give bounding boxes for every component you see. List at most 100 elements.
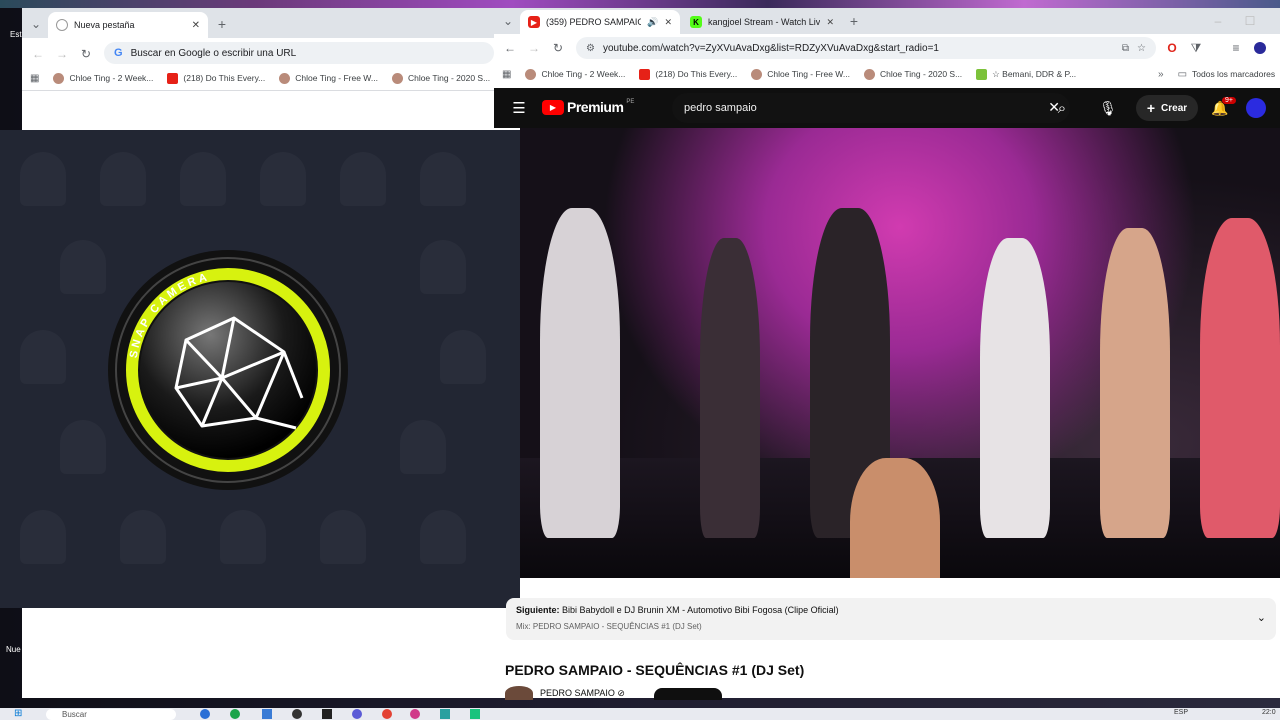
menu-icon[interactable]: ☰ [510,99,528,117]
tab-kick[interactable]: K kangjoel Stream - Watch Live o ✕ [682,10,842,34]
tab-title: (359) PEDRO SAMPAIO - SE [546,17,642,27]
desktop-icon-label[interactable]: Est [10,30,22,39]
tab-new-tab[interactable]: Nueva pestaña ✕ [48,12,208,38]
youtube-header: ☰ ▶ Premium PE pedro sampaio ✕ ⌕ 🎙 + Cre… [494,88,1280,128]
account-avatar[interactable] [1246,98,1266,118]
close-tab-icon[interactable]: ✕ [192,20,200,31]
desktop-icon-label[interactable]: Nue [6,645,21,654]
ghost-pattern [20,510,66,564]
app-icon[interactable] [322,709,332,719]
microphone-icon[interactable]: 🎙 [1096,96,1120,120]
back-icon[interactable]: ← [30,46,46,62]
tab-search-button[interactable]: ⌄ [500,13,516,29]
search-input[interactable]: pedro sampaio ✕ [672,93,1070,123]
tab-youtube[interactable]: ▶ (359) PEDRO SAMPAIO - SE 🔊 ✕ [520,10,680,34]
search-icon[interactable]: ⌕ [1050,96,1074,120]
close-tab-icon[interactable]: ✕ [826,17,834,28]
video-figure [980,238,1050,538]
kick-icon: K [690,16,702,28]
windows-start-icon[interactable]: ⊞ [14,708,22,719]
bookmark-item[interactable]: Chloe Ting - 2 Week... [53,72,153,84]
app-icon[interactable] [410,709,420,719]
language-indicator[interactable]: ESP [1174,709,1188,716]
chevron-down-icon[interactable]: ⌄ [1257,611,1266,624]
opera-extension-icon[interactable]: O [1164,40,1180,56]
ghost-pattern [20,152,66,206]
avatar-icon [751,68,763,80]
bookmark-item[interactable]: (218) Do This Every... [167,72,265,84]
media-control-icon[interactable]: ≡ [1228,40,1244,56]
maximize-icon[interactable]: ☐ [1242,13,1258,29]
ghost-pattern [60,240,106,294]
video-figure [1100,228,1170,538]
reload-icon[interactable]: ↻ [78,46,94,62]
subscribe-button[interactable] [654,688,722,700]
bookmark-item[interactable]: Chloe Ting - 2020 S... [863,68,962,80]
apps-icon[interactable]: ▦ [502,69,511,80]
up-next-title: Siguiente: Bibi Babydoll e DJ Brunin XM … [516,605,839,615]
ghost-pattern [420,152,466,206]
channel-name[interactable]: PEDRO SAMPAIO ⊘ [540,688,625,699]
bookmark-item[interactable]: Chloe Ting - Free W... [279,72,378,84]
url-text: youtube.com/watch?v=ZyXVuAvaDxg&list=RDZ… [602,42,939,54]
app-icon[interactable] [292,709,302,719]
new-tab-button[interactable]: + [214,16,230,32]
app-icon[interactable] [200,709,210,719]
app-icon[interactable] [440,709,450,719]
tab-search-button[interactable]: ⌄ [28,16,44,32]
ghost-pattern [420,240,466,294]
video-figure [850,458,940,578]
bookmarks-bar: ▦ Chloe Ting - 2 Week... (218) Do This E… [502,66,1076,82]
bookmarks-bar: ▦ Chloe Ting - 2 Week... (218) Do This E… [30,70,490,86]
forward-icon[interactable]: → [54,46,70,62]
channel-avatar[interactable] [505,686,533,700]
minimize-icon[interactable]: – [1210,13,1226,29]
bookmark-item[interactable]: Chloe Ting - 2020 S... [391,72,490,84]
video-player[interactable] [520,128,1280,578]
app-icon[interactable] [352,709,362,719]
snap-camera-window: SNAP CAMERA [0,130,520,608]
bookmark-item[interactable]: Chloe Ting - Free W... [751,68,850,80]
omnibox-placeholder: Buscar en Google o escribir una URL [130,47,297,59]
extensions-icon[interactable]: ⧩ [1188,40,1204,56]
toolbar: ← → ↻ ⚙ youtube.com/watch?v=ZyXVuAvaDxg&… [494,34,1280,62]
tab-title: kangjoel Stream - Watch Live o [708,17,821,27]
bookmark-item[interactable]: Chloe Ting - 2 Week... [525,68,625,80]
app-icon[interactable] [230,709,240,719]
divider [22,90,494,91]
bemani-icon [976,68,988,80]
search-query: pedro sampaio [684,102,757,114]
address-bar[interactable]: ⚙ youtube.com/watch?v=ZyXVuAvaDxg&list=R… [576,37,1156,59]
notification-badge: 9+ [1222,97,1236,104]
ghost-pattern [400,420,446,474]
all-bookmarks-folder[interactable]: ▭ Todos los marcadores [1178,69,1276,80]
up-next-card[interactable]: Siguiente: Bibi Babydoll e DJ Brunin XM … [506,598,1276,640]
chrome-icon[interactable] [382,709,392,719]
clock[interactable]: 22:0 [1262,709,1276,716]
reload-icon[interactable]: ↻ [550,40,566,56]
forward-icon[interactable]: → [526,40,542,56]
apps-icon[interactable]: ▦ [30,73,39,84]
avatar-icon [53,72,65,84]
app-icon[interactable] [470,709,480,719]
app-icon[interactable] [262,709,272,719]
new-tab-button[interactable]: + [846,13,862,29]
taskbar-search[interactable]: Buscar [46,709,176,720]
address-bar[interactable]: G Buscar en Google o escribir una URL [104,42,494,64]
chevron-double-right-icon[interactable]: » [1158,69,1164,80]
bookmark-item[interactable]: ☆ Bemani, DDR & P... [976,68,1076,80]
install-app-icon[interactable]: ⧉ [1122,43,1129,54]
youtube-logo[interactable]: ▶ Premium PE [542,99,634,115]
tab-title: Nueva pestaña [74,20,135,30]
profile-avatar[interactable] [1252,40,1268,56]
bookmark-item[interactable]: (218) Do This Every... [639,68,737,80]
ghost-pattern [340,152,386,206]
back-icon[interactable]: ← [502,40,518,56]
site-info-icon[interactable]: ⚙ [586,43,595,54]
close-tab-icon[interactable]: ✕ [664,17,672,28]
audio-playing-icon[interactable]: 🔊 [647,17,658,28]
create-button[interactable]: + Crear [1136,95,1198,121]
bookmark-star-icon[interactable]: ☆ [1137,43,1146,54]
ghost-pattern [260,152,306,206]
youtube-icon: ▶ [528,16,540,28]
